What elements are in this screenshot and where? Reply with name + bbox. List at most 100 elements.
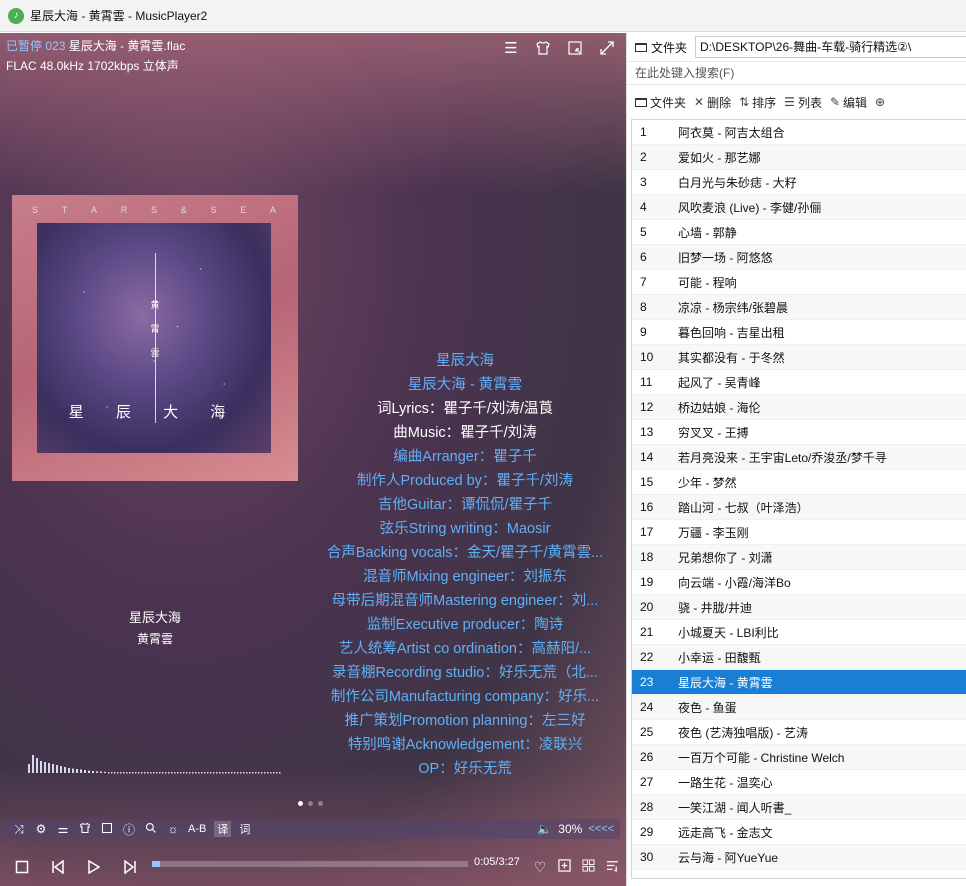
playlist-row[interactable]: 1 阿衣莫 - 阿吉太组合 bbox=[632, 120, 966, 145]
playlist-row[interactable]: 9 暮色回响 - 吉星出租 bbox=[632, 320, 966, 345]
cover-letter: A bbox=[269, 205, 278, 215]
playlist-row[interactable]: 17 万疆 - 李玉刚 bbox=[632, 520, 966, 545]
playlist-row[interactable]: 29 远走高飞 - 金志文 bbox=[632, 820, 966, 845]
playlist-row[interactable]: 14 若月亮没来 - 王宇宙Leto/乔浚丞/梦千寻 bbox=[632, 445, 966, 470]
playlist-row[interactable]: 20 骁 - 井胧/井迪 bbox=[632, 595, 966, 620]
play-icon[interactable] bbox=[76, 860, 112, 874]
spectrum-baseline-dot bbox=[138, 772, 140, 774]
playlist-row[interactable]: 4 风吹麦浪 (Live) - 李健/孙俪 bbox=[632, 195, 966, 220]
playlist-row[interactable]: 24 夜色 - 鱼蛋 bbox=[632, 695, 966, 720]
playlist-row[interactable]: 21 小城夏天 - LBI利比 bbox=[632, 620, 966, 645]
spectrum-bar bbox=[40, 761, 42, 773]
cover-letter: E bbox=[240, 205, 249, 215]
track-title: 一路生花 - 温奕心 bbox=[678, 775, 773, 790]
playlist-row[interactable]: 12 桥边姑娘 - 海伦 bbox=[632, 395, 966, 420]
volume-icon[interactable]: 🔈 bbox=[537, 822, 552, 836]
spectrum-baseline-dot bbox=[198, 772, 200, 774]
lyrics-panel[interactable]: 星辰大海 星辰大海 - 黄霄雲 词Lyrics：瞿子千/刘涛/温莨 曲Music：瞿子… bbox=[310, 349, 620, 781]
page-dot-3[interactable] bbox=[318, 801, 323, 806]
playlist-row[interactable]: 15 少年 - 梦然 bbox=[632, 470, 966, 495]
mini-mode-toolbar-icon[interactable] bbox=[96, 822, 118, 837]
mini-mode-icon[interactable] bbox=[566, 39, 584, 57]
skin-icon[interactable] bbox=[74, 822, 96, 837]
spectrum-baseline-dot bbox=[126, 772, 128, 774]
lyric-button[interactable]: 词 bbox=[239, 821, 250, 837]
playlist-row[interactable]: 10 其实都没有 - 于冬然 bbox=[632, 345, 966, 370]
track-title: 夜色 (艺涛独唱版) - 艺涛 bbox=[678, 725, 808, 740]
playlist-list[interactable]: 1 阿衣莫 - 阿吉太组合 2 爱如火 - 那艺娜 3 白月光与朱砂痣 - 大籽 4 风吹麦浪… bbox=[631, 119, 966, 879]
playlist-search-input[interactable] bbox=[627, 62, 966, 84]
volume-value[interactable]: 30% bbox=[558, 822, 582, 836]
playlist-row[interactable]: 28 一笑江湖 - 闻人听書_ bbox=[632, 795, 966, 820]
skin-shirt-icon[interactable] bbox=[534, 39, 552, 57]
song-artist: 黄霄雲 bbox=[136, 632, 173, 646]
track-title: 心墙 - 郭静 bbox=[678, 225, 737, 240]
settings-gear-icon[interactable]: ⚙ bbox=[30, 822, 52, 836]
playlist-row[interactable]: 16 踏山河 - 七叔（叶泽浩） bbox=[632, 495, 966, 520]
spectrum-baseline-dot bbox=[261, 772, 263, 774]
track-title: 凉凉 - 杨宗纬/张碧晨 bbox=[678, 300, 788, 315]
page-dot-2[interactable] bbox=[308, 801, 313, 806]
play-status: 已暂停 bbox=[6, 39, 43, 53]
track-number: 18 bbox=[640, 550, 654, 564]
translate-button[interactable]: 译 bbox=[214, 821, 232, 837]
playlist-row[interactable]: 11 起风了 - 吴青峰 bbox=[632, 370, 966, 395]
spectrum-visualizer bbox=[28, 753, 284, 775]
edit-button[interactable]: ✎ 编辑 bbox=[830, 94, 867, 111]
track-number: 21 bbox=[640, 625, 654, 639]
menu-icon[interactable]: ☰ bbox=[502, 39, 520, 57]
page-dots[interactable] bbox=[298, 801, 323, 806]
track-title: 阿衣莫 - 阿吉太组合 bbox=[678, 125, 785, 140]
playlist-toggle-icon[interactable] bbox=[600, 859, 624, 875]
page-dot-1[interactable] bbox=[298, 801, 303, 806]
sun-icon[interactable]: ☼ bbox=[162, 822, 184, 836]
folder-icon bbox=[635, 97, 647, 107]
playlist-row[interactable]: 26 一百万个可能 - Christine Welch bbox=[632, 745, 966, 770]
playlist-row[interactable]: 25 夜色 (艺涛独唱版) - 艺涛 bbox=[632, 720, 966, 745]
playlist-row[interactable]: 27 一路生花 - 温奕心 bbox=[632, 770, 966, 795]
search-icon[interactable] bbox=[140, 822, 162, 837]
grid-view-icon[interactable] bbox=[576, 859, 600, 875]
ab-repeat-button[interactable]: A-B bbox=[188, 823, 206, 835]
locate-button[interactable]: ⊕ bbox=[875, 95, 885, 109]
playlist-row[interactable]: 7 可能 - 程响 bbox=[632, 270, 966, 295]
playlist-row[interactable]: 5 心墙 - 郭静 bbox=[632, 220, 966, 245]
playlist-row[interactable]: 30 云与海 - 阿YueYue bbox=[632, 845, 966, 870]
folder-path-field[interactable]: D:\DESKTOP\26-舞曲-车载-骑行精选②\ bbox=[695, 36, 966, 58]
playlist-row[interactable]: 3 白月光与朱砂痣 - 大籽 bbox=[632, 170, 966, 195]
playlist-row[interactable]: 6 旧梦一场 - 阿悠悠 bbox=[632, 245, 966, 270]
fullscreen-icon[interactable] bbox=[598, 39, 616, 57]
progress-bar[interactable] bbox=[152, 861, 468, 867]
shuffle-icon[interactable]: ⤨ bbox=[8, 822, 30, 837]
playlist-row[interactable]: 22 小幸运 - 田馥甄 bbox=[632, 645, 966, 670]
list-icon: ☰ bbox=[784, 95, 795, 109]
folder-button[interactable]: 文件夹 bbox=[635, 94, 686, 111]
track-title: 小城夏天 - LBI利比 bbox=[678, 625, 779, 640]
spectrum-baseline-dot bbox=[183, 772, 185, 774]
playlist-row[interactable]: 13 穷叉叉 - 王搏 bbox=[632, 420, 966, 445]
lyric-line: 推广策划Promotion planning：左三好 bbox=[344, 713, 586, 729]
lyric-line: 监制Executive producer：陶诗 bbox=[366, 617, 564, 633]
playlist-row[interactable]: 23 星辰大海 - 黄霄雲 bbox=[632, 670, 966, 695]
track-number: 15 bbox=[640, 475, 654, 489]
playlist-row[interactable]: 19 向云端 - 小霞/海洋Bo bbox=[632, 570, 966, 595]
volume-arrows[interactable]: <<<< bbox=[588, 823, 614, 835]
equalizer-icon[interactable]: ⚌ bbox=[52, 822, 74, 836]
info-icon[interactable]: ⓘ bbox=[118, 821, 140, 838]
previous-icon[interactable] bbox=[40, 860, 76, 874]
track-title: 远走高飞 - 金志文 bbox=[678, 825, 773, 840]
sort-button[interactable]: ⇅ 排序 bbox=[739, 94, 776, 111]
spectrum-bar bbox=[36, 758, 38, 773]
playlist-row[interactable]: 2 爱如火 - 那艺娜 bbox=[632, 145, 966, 170]
add-to-playlist-icon[interactable] bbox=[552, 859, 576, 875]
playlist-row[interactable]: 8 凉凉 - 杨宗纬/张碧晨 bbox=[632, 295, 966, 320]
playlist-row[interactable]: 18 兄弟想你了 - 刘潇 bbox=[632, 545, 966, 570]
track-title: 踏山河 - 七叔（叶泽浩） bbox=[678, 500, 809, 515]
track-number: 25 bbox=[640, 725, 654, 739]
delete-button[interactable]: ✕ 删除 bbox=[694, 94, 731, 111]
next-icon[interactable] bbox=[112, 860, 148, 874]
list-button[interactable]: ☰ 列表 bbox=[784, 94, 822, 111]
spectrum-bar bbox=[76, 769, 78, 773]
stop-icon[interactable] bbox=[4, 860, 40, 874]
favorite-heart-icon[interactable]: ♡ bbox=[528, 859, 552, 876]
